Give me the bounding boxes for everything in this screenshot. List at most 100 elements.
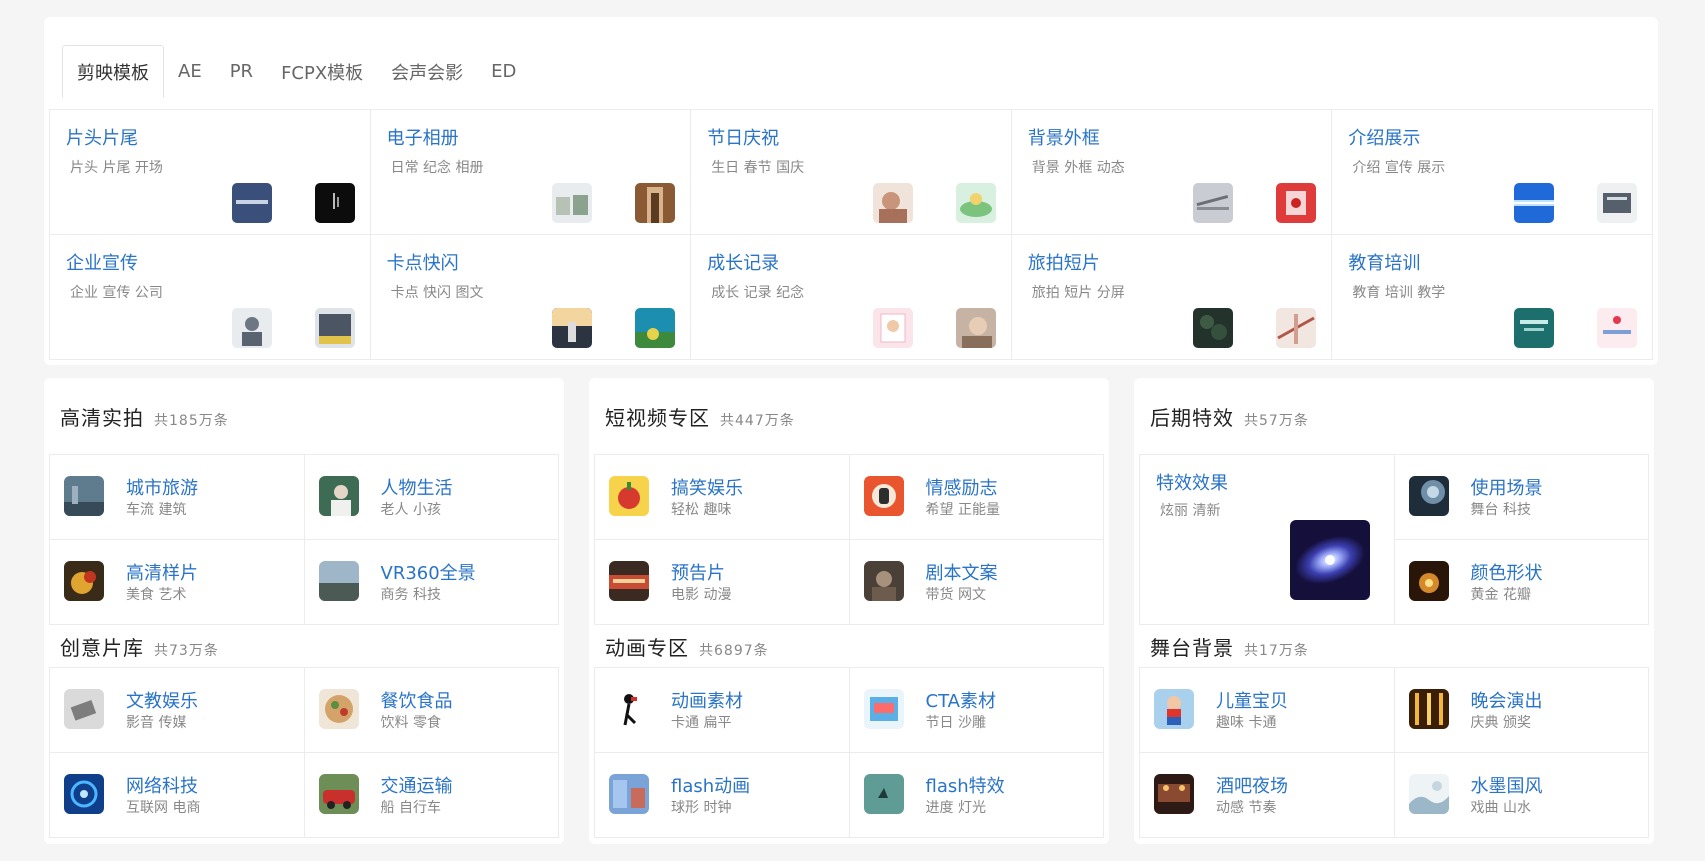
category-title[interactable]: 教育培训: [1348, 249, 1420, 275]
section-title[interactable]: 舞台背景: [1150, 632, 1234, 661]
item-title[interactable]: 搞笑娱乐: [671, 474, 743, 500]
category-title[interactable]: 节日庆祝: [707, 124, 779, 150]
tab-fcpx[interactable]: FCPX模板: [267, 45, 377, 98]
item-title[interactable]: 动画素材: [671, 687, 743, 713]
thumbnail-image[interactable]: [1597, 308, 1637, 348]
category-card[interactable]: 卡点快闪 卡点 快闪 图文: [370, 235, 692, 360]
list-item[interactable]: 高清样片 美食 艺术: [50, 540, 305, 625]
item-title[interactable]: CTA素材: [926, 687, 996, 713]
list-item[interactable]: 晚会演出 庆典 颁奖: [1394, 668, 1649, 753]
list-item[interactable]: flash特效 进度 灯光: [849, 753, 1104, 838]
item-title[interactable]: 网络科技: [126, 772, 198, 798]
thumbnail-image[interactable]: [231, 183, 272, 223]
item-title[interactable]: 晚会演出: [1471, 687, 1543, 713]
thumbnail-image[interactable]: [1276, 183, 1317, 223]
item-title[interactable]: 预告片: [671, 559, 725, 585]
category-card[interactable]: 片头片尾 片头 片尾 开场: [50, 110, 371, 235]
category-card[interactable]: 背景外框 背景 外框 动态: [1011, 110, 1333, 235]
thumbnail-image[interactable]: [635, 183, 676, 223]
category-card[interactable]: 旅拍短片 旅拍 短片 分屏: [1011, 235, 1333, 360]
list-item[interactable]: 情感励志 希望 正能量: [849, 455, 1104, 540]
thumbnail-image[interactable]: [1514, 308, 1554, 348]
category-title[interactable]: 企业宣传: [66, 249, 138, 275]
thumbnail-image[interactable]: [1514, 183, 1554, 223]
tab-pr[interactable]: PR: [216, 45, 267, 98]
list-item[interactable]: VR360全景 商务 科技: [304, 540, 559, 625]
item-title[interactable]: 餐饮食品: [381, 687, 453, 713]
item-title[interactable]: flash动画: [671, 772, 750, 798]
feature-item[interactable]: 特效效果 炫丽 清新: [1140, 455, 1395, 625]
item-title[interactable]: 颜色形状: [1471, 559, 1543, 585]
thumbnail-image[interactable]: [1193, 183, 1234, 223]
item-title[interactable]: 特效效果: [1156, 469, 1228, 495]
tab-jianying[interactable]: 剪映模板: [62, 45, 164, 98]
section-title[interactable]: 高清实拍: [60, 402, 144, 431]
thumbnail-image[interactable]: [872, 183, 913, 223]
thumbnail-image[interactable]: [552, 308, 593, 348]
item-title[interactable]: flash特效: [926, 772, 1005, 798]
list-item[interactable]: 水墨国风 戏曲 山水: [1394, 753, 1649, 838]
list-item[interactable]: 酒吧夜场 动感 节奏: [1140, 753, 1395, 838]
item-title[interactable]: 情感励志: [926, 474, 998, 500]
thumbnail-image[interactable]: [955, 308, 996, 348]
category-title[interactable]: 旅拍短片: [1028, 249, 1100, 275]
list-item[interactable]: 儿童宝贝 趣味 卡通: [1140, 668, 1395, 753]
list-item[interactable]: 餐饮食品 饮料 零食: [304, 668, 559, 753]
category-title[interactable]: 背景外框: [1028, 124, 1100, 150]
list-item[interactable]: 城市旅游 车流 建筑: [50, 455, 305, 540]
thumbnail-image[interactable]: [552, 183, 593, 223]
tab-ed[interactable]: ED: [477, 45, 530, 98]
thumbnail-image[interactable]: [1276, 308, 1317, 348]
tab-ae[interactable]: AE: [164, 45, 216, 98]
item-title[interactable]: 人物生活: [381, 474, 453, 500]
list-item[interactable]: CTA素材 节日 沙雕: [849, 668, 1104, 753]
item-title[interactable]: 城市旅游: [126, 474, 198, 500]
category-title[interactable]: 卡点快闪: [387, 249, 459, 275]
category-card[interactable]: 电子相册 日常 纪念 相册: [370, 110, 692, 235]
thumbnail-image[interactable]: [314, 183, 355, 223]
section-title[interactable]: 动画专区: [605, 632, 689, 661]
section-grid-stage: 儿童宝贝 趣味 卡通 晚会演出 庆典 颁奖 酒吧夜场 动感 节奏 水墨国风 戏曲…: [1139, 667, 1649, 838]
section-title[interactable]: 短视频专区: [605, 402, 710, 431]
item-title[interactable]: 儿童宝贝: [1216, 687, 1288, 713]
list-item[interactable]: 剧本文案 带货 网文: [849, 540, 1104, 625]
item-title[interactable]: 剧本文案: [926, 559, 998, 585]
list-item[interactable]: flash动画 球形 时钟: [595, 753, 850, 838]
category-card[interactable]: 企业宣传 企业 宣传 公司: [50, 235, 371, 360]
list-item[interactable]: 文教娱乐 影音 传媒: [50, 668, 305, 753]
thumbnail-image[interactable]: [1193, 308, 1234, 348]
thumbnail-image[interactable]: [1597, 183, 1637, 223]
thumbnail-image[interactable]: [955, 183, 996, 223]
item-title[interactable]: 交通运输: [381, 772, 453, 798]
list-item[interactable]: 动画素材 卡通 扁平: [595, 668, 850, 753]
tab-huishenghuiying[interactable]: 会声会影: [377, 45, 477, 98]
list-item[interactable]: 使用场景 舞台 科技: [1394, 455, 1649, 540]
category-title[interactable]: 片头片尾: [66, 124, 138, 150]
section-title[interactable]: 后期特效: [1150, 402, 1234, 431]
thumbnail-image[interactable]: [635, 308, 676, 348]
category-card[interactable]: 介绍展示 介绍 宣传 展示: [1332, 110, 1653, 235]
category-card[interactable]: 教育培训 教育 培训 教学: [1332, 235, 1653, 360]
item-title[interactable]: 水墨国风: [1471, 772, 1543, 798]
list-item[interactable]: 颜色形状 黄金 花瓣: [1394, 540, 1649, 625]
item-title[interactable]: VR360全景: [381, 559, 476, 585]
category-title[interactable]: 电子相册: [387, 124, 459, 150]
thumbnail-image[interactable]: [872, 308, 913, 348]
list-item[interactable]: 人物生活 老人 小孩: [304, 455, 559, 540]
list-item[interactable]: 预告片 电影 动漫: [595, 540, 850, 625]
category-card[interactable]: 节日庆祝 生日 春节 国庆: [691, 110, 1012, 235]
section-title[interactable]: 创意片库: [60, 632, 144, 661]
list-item[interactable]: 搞笑娱乐 轻松 趣味: [595, 455, 850, 540]
category-title[interactable]: 介绍展示: [1348, 124, 1420, 150]
thumbnail-image[interactable]: [231, 308, 272, 348]
item-title[interactable]: 高清样片: [126, 559, 198, 585]
category-card[interactable]: 成长记录 成长 记录 纪念: [691, 235, 1012, 360]
item-title[interactable]: 酒吧夜场: [1216, 772, 1288, 798]
thumbnail-image[interactable]: [314, 308, 355, 348]
list-item[interactable]: 交通运输 船 自行车: [304, 753, 559, 838]
item-title[interactable]: 使用场景: [1471, 474, 1543, 500]
item-title[interactable]: 文教娱乐: [126, 687, 198, 713]
thumbnail-image[interactable]: [1290, 520, 1370, 600]
list-item[interactable]: 网络科技 互联网 电商: [50, 753, 305, 838]
category-title[interactable]: 成长记录: [707, 249, 779, 275]
